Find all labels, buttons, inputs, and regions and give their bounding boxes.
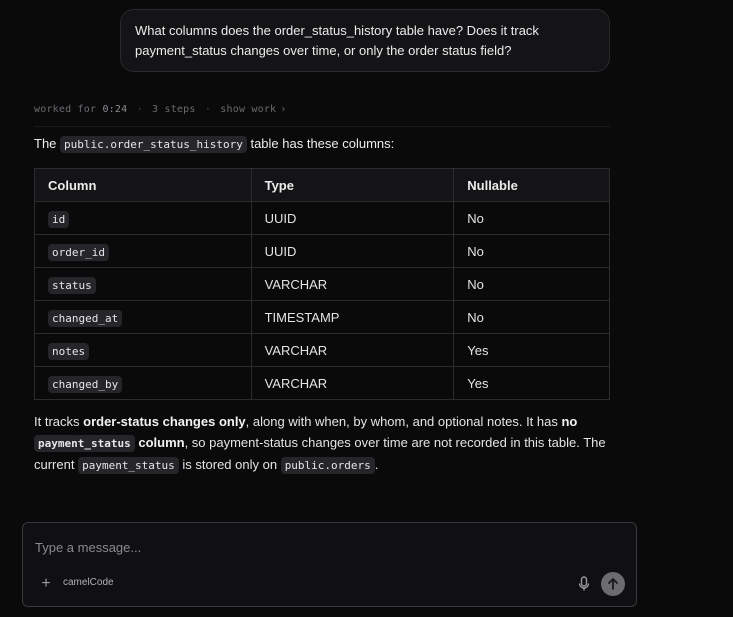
cell-type: VARCHAR [250, 366, 455, 400]
cell-nullable: No [453, 267, 610, 301]
answer-summary: It tracks order-status changes only, alo… [34, 411, 624, 476]
worked-time: 0:24 [102, 104, 128, 115]
inline-code-payment-status: payment_status [34, 435, 135, 452]
answer-intro: The public.order_status_history table ha… [34, 135, 394, 154]
header-type: Type [250, 168, 455, 202]
cell-column: changed_at [34, 300, 252, 334]
cell-column: id [34, 201, 252, 235]
cell-type: TIMESTAMP [250, 300, 455, 334]
plus-icon[interactable]: + [39, 575, 53, 593]
header-column: Column [34, 168, 252, 202]
user-message-bubble: What columns does the order_status_histo… [120, 9, 610, 72]
inline-code-table-name: public.order_status_history [60, 136, 247, 153]
summary-bold: order-status changes only [83, 414, 246, 429]
column-name-code: id [48, 210, 70, 228]
table-row: order_id UUID No [34, 234, 610, 268]
worked-steps: 3 steps [152, 104, 196, 115]
table-header-row: Column Type Nullable [34, 168, 610, 202]
chevron-right-icon: › [280, 104, 287, 115]
message-composer: + camelCode [22, 522, 637, 607]
divider [34, 126, 610, 127]
inline-code-payment-status: payment_status [78, 457, 179, 474]
cell-column: changed_by [34, 366, 252, 400]
show-work-link[interactable]: show work › [220, 104, 286, 115]
table-row: status VARCHAR No [34, 267, 610, 301]
user-message-text: What columns does the order_status_histo… [135, 23, 539, 58]
worked-prefix: worked for [34, 104, 97, 115]
column-name-code: changed_at [48, 309, 123, 327]
cell-column: notes [34, 333, 252, 367]
intro-text-after: table has these columns: [250, 136, 395, 151]
cell-column: status [34, 267, 252, 301]
summary-bold: column [138, 435, 185, 450]
summary-text: It tracks [34, 414, 84, 429]
cell-nullable: Yes [453, 333, 610, 367]
microphone-icon[interactable] [577, 575, 591, 593]
intro-text-before: The [34, 136, 57, 151]
cell-nullable: Yes [453, 366, 610, 400]
show-work-label: show work [220, 104, 277, 115]
header-nullable: Nullable [453, 168, 610, 202]
separator-dot: · [136, 104, 143, 115]
column-name-code: order_id [48, 243, 109, 261]
cell-nullable: No [453, 234, 610, 268]
arrow-up-icon [608, 578, 618, 590]
table-row: changed_at TIMESTAMP No [34, 300, 610, 334]
table-row: notes VARCHAR Yes [34, 333, 610, 367]
separator-dot: · [204, 104, 212, 115]
column-name-code: notes [48, 342, 90, 360]
summary-text: , along with when, by whom, and optional… [245, 414, 562, 429]
worked-status: worked for 0:24 · 3 steps · show work › [34, 104, 287, 115]
cell-nullable: No [453, 300, 610, 334]
cell-type: VARCHAR [250, 333, 455, 367]
cell-type: UUID [250, 234, 455, 268]
inline-code-orders-table: public.orders [280, 457, 375, 474]
column-name-code: status [48, 276, 96, 294]
cell-type: UUID [250, 201, 455, 235]
column-name-code: changed_by [48, 375, 123, 393]
message-input[interactable] [35, 537, 615, 557]
send-button[interactable] [601, 572, 625, 596]
table-row: changed_by VARCHAR Yes [34, 366, 610, 400]
summary-bold: no [561, 414, 578, 429]
summary-text: . [374, 457, 379, 472]
model-selector[interactable]: camelCode [63, 577, 114, 588]
cell-column: order_id [34, 234, 252, 268]
cell-type: VARCHAR [250, 267, 455, 301]
cell-nullable: No [453, 201, 610, 235]
columns-table: Column Type Nullable id UUID No order_id… [34, 168, 610, 400]
table-row: id UUID No [34, 201, 610, 235]
summary-text: is stored only on [178, 457, 281, 472]
